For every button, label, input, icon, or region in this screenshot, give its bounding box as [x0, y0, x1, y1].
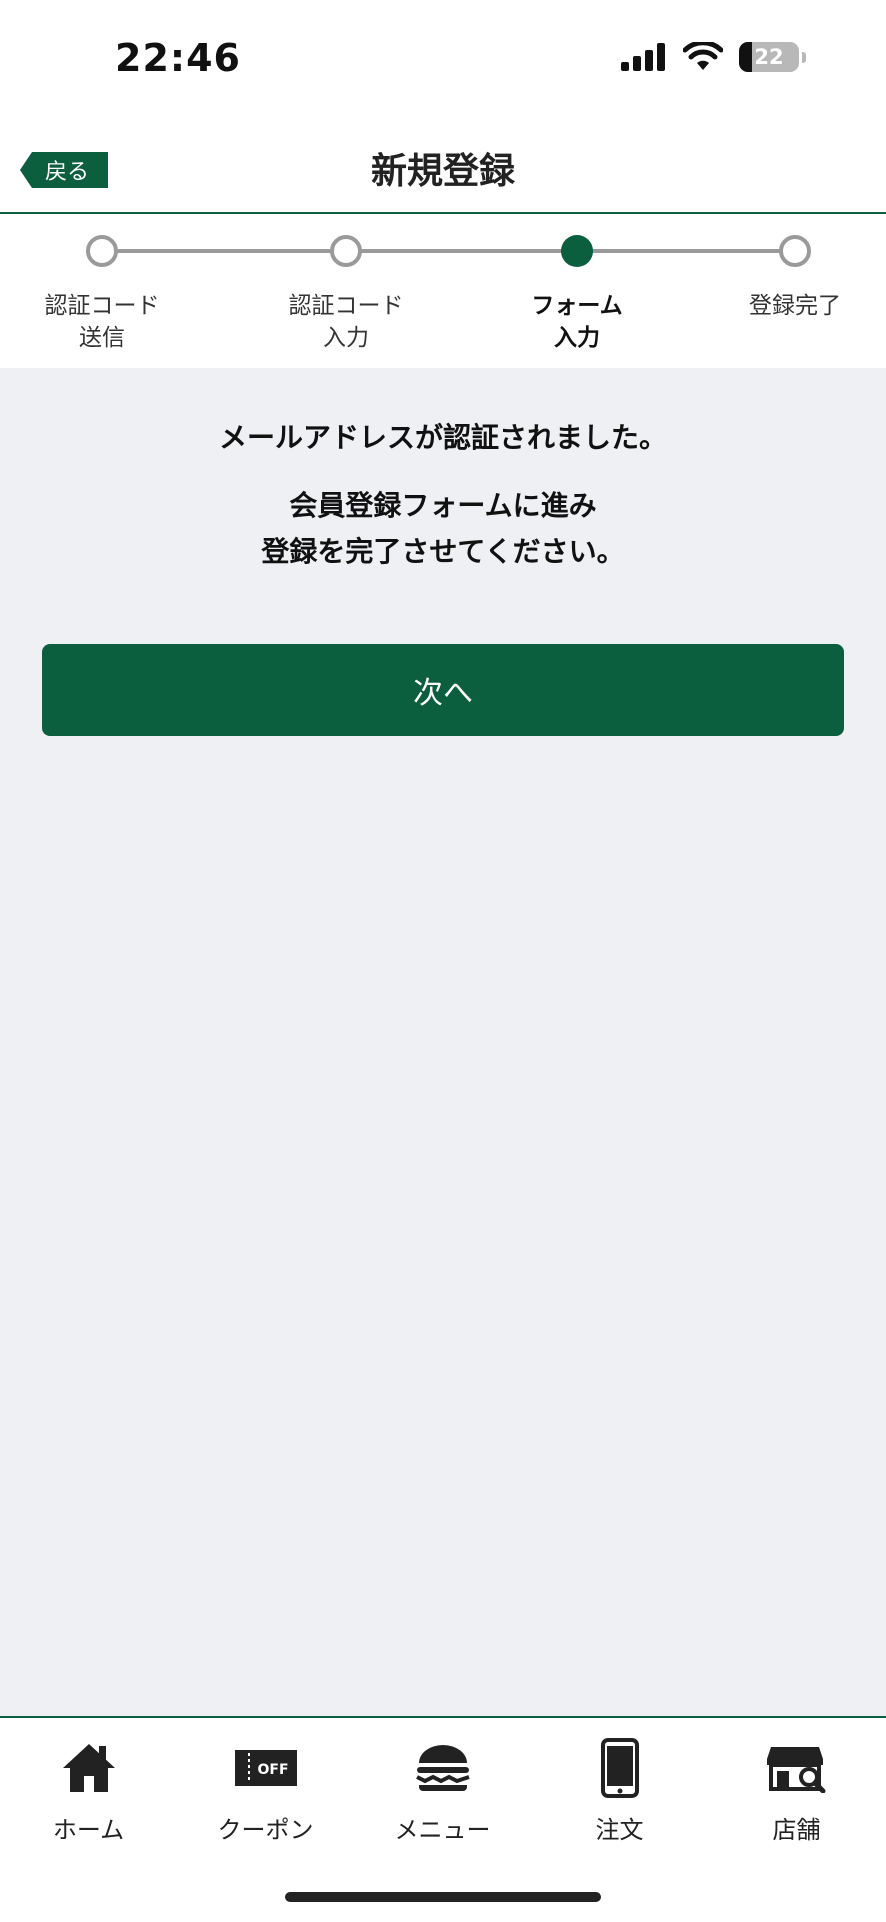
tab-coupon[interactable]: OFF クーポン [177, 1736, 354, 1856]
battery-tip [802, 51, 806, 63]
step-label-send-code: 認証コード 送信 [17, 290, 187, 354]
step-label-form-input: フォーム 入力 [492, 290, 662, 354]
tab-label: クーポン [217, 1816, 314, 1844]
stepper-track [86, 235, 811, 267]
svg-text:OFF: OFF [257, 1762, 288, 1778]
page-title: 新規登録 [370, 151, 515, 192]
step-label-line1: 認証コード [44, 293, 160, 319]
next-button[interactable]: 次へ [42, 644, 844, 736]
step-label-line1: 認証コード [288, 293, 404, 319]
step-label-line1: 登録完了 [749, 293, 841, 319]
step-label-enter-code: 認証コード 入力 [261, 290, 431, 354]
status-icons: 22 [621, 42, 806, 72]
status-bar: 22:46 22 [0, 0, 886, 120]
wifi-icon [683, 42, 723, 70]
cellular-signal-icon [621, 43, 665, 71]
status-time: 22:46 [115, 36, 241, 80]
step-label-line1: フォーム [531, 293, 623, 319]
step-label-line2: 送信 [79, 325, 125, 351]
burger-icon [411, 1736, 475, 1800]
progress-stepper: 認証コード 送信 認証コード 入力 フォーム 入力 登録完了 [0, 214, 886, 368]
battery-level: 22 [754, 45, 784, 69]
tab-label: メニュー [394, 1816, 491, 1844]
step-dot-3-active [561, 235, 593, 267]
tab-order[interactable]: 注文 [531, 1736, 708, 1856]
step-dot-1 [86, 235, 118, 267]
verified-message: メールアドレスが認証されました。 [218, 421, 667, 454]
tab-label: ホーム [52, 1816, 125, 1844]
instruction-line-2: 登録を完了させてください。 [261, 535, 625, 568]
instruction-line-1: 会員登録フォームに進み [289, 489, 597, 522]
tab-label: 注文 [595, 1816, 644, 1844]
step-label-line2: 入力 [554, 325, 600, 351]
nav-header: 戻る 新規登録 [0, 120, 886, 214]
battery-icon: 22 [739, 42, 799, 72]
tab-home[interactable]: ホーム [0, 1736, 177, 1856]
step-dot-4 [779, 235, 811, 267]
tab-store[interactable]: 店舗 [708, 1736, 885, 1856]
step-label-complete: 登録完了 [710, 290, 880, 322]
phone-icon [588, 1736, 652, 1800]
store-search-icon [765, 1736, 829, 1800]
tab-menu[interactable]: メニュー [354, 1736, 531, 1856]
step-dot-2 [330, 235, 362, 267]
home-icon [57, 1736, 121, 1800]
home-indicator [285, 1892, 601, 1902]
tab-label: 店舗 [772, 1816, 821, 1844]
coupon-icon: OFF [234, 1736, 298, 1800]
step-label-line2: 入力 [323, 325, 369, 351]
